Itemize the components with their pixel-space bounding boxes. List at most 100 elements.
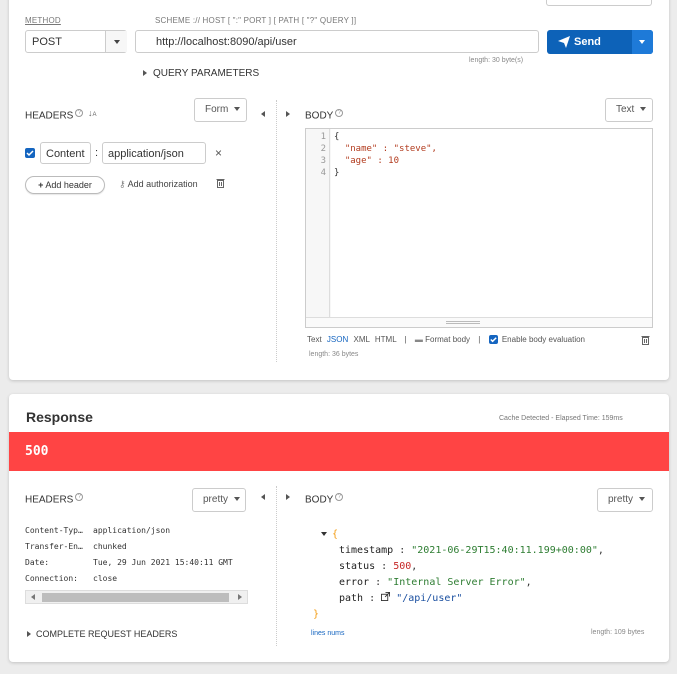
- json-value: "2021-06-29T15:40:11.199+00:00": [411, 545, 598, 556]
- format-json-option[interactable]: JSON: [327, 335, 348, 344]
- response-header-row: Date: Tue, 29 Jun 2021 15:40:11 GMT: [25, 555, 250, 571]
- collapse-right-icon[interactable]: [286, 494, 290, 500]
- format-body-button[interactable]: ▬ Format body: [415, 335, 470, 344]
- json-colon: :: [363, 593, 382, 604]
- scheme-label: SCHEME :// HOST [ ":" PORT ] [ PATH [ "?…: [155, 16, 357, 25]
- response-headers-title: HEADERS?: [25, 493, 84, 505]
- format-bar: Text JSON XML HTML | ▬ Format body | Ena…: [307, 335, 653, 345]
- send-button[interactable]: Send: [547, 30, 653, 54]
- body-length: length: 36 bytes: [309, 351, 359, 358]
- remove-header-icon[interactable]: ×: [215, 146, 222, 160]
- collapse-json-icon[interactable]: [321, 532, 327, 536]
- header-name-input[interactable]: Content: [40, 142, 91, 164]
- header-separator: :: [95, 147, 99, 159]
- scroll-right-icon[interactable]: [238, 594, 242, 600]
- sort-icon[interactable]: ↓A: [88, 108, 97, 118]
- send-options-toggle[interactable]: [632, 30, 653, 54]
- top-right-dropdown[interactable]: [546, 0, 652, 6]
- json-value[interactable]: "/api/user": [396, 593, 462, 604]
- key-icon: ⚷: [119, 179, 126, 189]
- response-json: { timestamp : "2021-06-29T15:40:11.199+0…: [313, 529, 661, 623]
- complete-request-headers-toggle[interactable]: COMPLETE REQUEST HEADERS: [27, 629, 177, 639]
- header-value-input[interactable]: application/json: [102, 142, 206, 164]
- response-header-row: Connection: close: [25, 571, 250, 587]
- separator: |: [478, 335, 481, 344]
- status-bar: 500: [9, 432, 669, 471]
- response-header-name: Date:: [25, 558, 50, 567]
- json-key: path: [339, 593, 364, 604]
- add-header-button[interactable]: + Add header: [25, 176, 105, 194]
- url-input[interactable]: http://localhost:8090/api/user: [135, 30, 539, 53]
- line-nums-toggle[interactable]: lines nums: [311, 630, 344, 637]
- json-value: "Internal Server Error": [387, 577, 526, 588]
- json-close-brace: }: [313, 609, 320, 620]
- collapse-left-icon[interactable]: [261, 111, 265, 117]
- json-field: timestamp : "2021-06-29T15:40:11.199+00:…: [339, 543, 661, 559]
- help-icon[interactable]: ?: [335, 109, 344, 117]
- editor-line: 3 "age" : 10: [306, 155, 652, 167]
- brush-icon: ▬: [414, 335, 423, 344]
- paper-plane-icon: [558, 36, 570, 51]
- json-open-line: {: [321, 529, 661, 543]
- format-html-option[interactable]: HTML: [375, 335, 396, 344]
- response-body-length: length: 109 bytes: [591, 629, 645, 636]
- trash-icon[interactable]: [641, 335, 650, 348]
- response-title: Response: [26, 409, 93, 425]
- headers-mode-select[interactable]: Form: [194, 98, 247, 122]
- json-comma: ,: [525, 577, 532, 588]
- panel-divider[interactable]: [276, 100, 277, 362]
- add-authorization-button[interactable]: ⚷ Add authorization: [119, 179, 198, 190]
- caret-right-icon: [27, 631, 31, 637]
- response-body-mode-select[interactable]: pretty: [597, 488, 653, 512]
- panel-divider[interactable]: [276, 486, 277, 646]
- response-body-title: BODY?: [305, 493, 344, 505]
- response-header-value: Tue, 29 Jun 2021 15:40:11 GMT: [93, 558, 233, 567]
- help-icon[interactable]: ?: [75, 109, 84, 117]
- json-value: 500: [393, 561, 412, 572]
- scrollbar-thumb[interactable]: [42, 593, 229, 602]
- line-text: "name" : "steve",: [334, 144, 437, 154]
- url-length: length: 30 byte(s): [469, 57, 524, 64]
- headers-title: HEADERS?: [25, 109, 84, 121]
- header-checkbox[interactable]: [25, 148, 35, 158]
- response-header-name: Content-Typ…: [25, 526, 83, 535]
- response-header-row: Content-Typ… application/json: [25, 523, 250, 539]
- json-key: timestamp: [339, 545, 394, 556]
- response-header-value: application/json: [93, 526, 171, 535]
- json-fields: timestamp : "2021-06-29T15:40:11.199+00:…: [321, 543, 661, 607]
- help-icon[interactable]: ?: [335, 493, 344, 501]
- external-link-icon[interactable]: [381, 592, 396, 604]
- request-card: METHOD SCHEME :// HOST [ ":" PORT ] [ PA…: [9, 0, 669, 380]
- response-header-row: Transfer-En… chunked: [25, 539, 250, 555]
- json-colon: :: [375, 561, 394, 572]
- query-parameters-toggle[interactable]: QUERY PARAMETERS: [143, 68, 259, 79]
- body-mode-select[interactable]: Text: [605, 98, 653, 122]
- json-colon: :: [393, 545, 412, 556]
- json-open-brace: {: [332, 529, 339, 540]
- method-select[interactable]: POST: [25, 30, 127, 53]
- method-dropdown-toggle[interactable]: [105, 31, 127, 52]
- send-label: Send: [574, 36, 601, 48]
- line-number: 2: [320, 144, 326, 154]
- response-headers-mode-select[interactable]: pretty: [192, 488, 246, 512]
- chevron-down-icon: [114, 40, 120, 44]
- url-value: http://localhost:8090/api/user: [156, 36, 297, 48]
- format-xml-option[interactable]: XML: [353, 335, 369, 344]
- editor-resize-handle[interactable]: [306, 317, 652, 327]
- status-code: 500: [25, 444, 49, 459]
- plus-icon: +: [38, 180, 44, 190]
- editor-line: 4}: [306, 167, 652, 179]
- format-text-option[interactable]: Text: [307, 335, 322, 344]
- json-key: error: [339, 577, 370, 588]
- scroll-left-icon[interactable]: [31, 594, 35, 600]
- caret-right-icon: [143, 70, 147, 76]
- help-icon[interactable]: ?: [75, 493, 84, 501]
- collapse-right-icon[interactable]: [286, 111, 290, 117]
- trash-icon[interactable]: [216, 178, 225, 191]
- editor-line: 1{: [306, 131, 652, 143]
- enable-eval-checkbox[interactable]: [488, 335, 498, 345]
- line-number: 1: [320, 132, 326, 142]
- collapse-left-icon[interactable]: [261, 494, 265, 500]
- body-editor[interactable]: 1{2 "name" : "steve", 3 "age" : 10 4}: [305, 128, 653, 328]
- headers-scrollbar[interactable]: [25, 590, 248, 604]
